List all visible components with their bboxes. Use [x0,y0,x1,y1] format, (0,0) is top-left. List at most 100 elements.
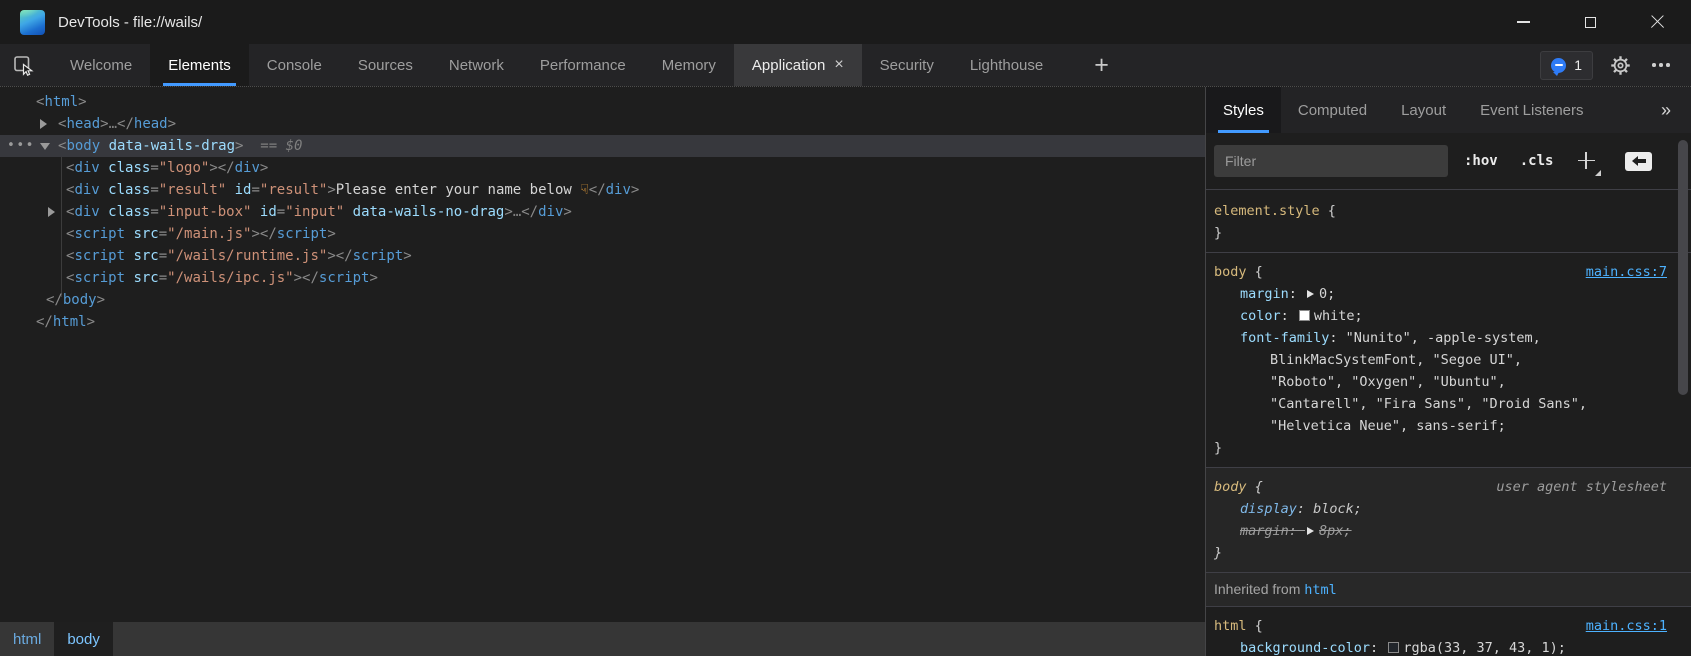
css-declaration[interactable]: BlinkMacSystemFont, "Segoe UI", [1214,349,1667,371]
tab-label: Security [880,57,934,74]
css-declaration[interactable]: display: block; [1214,498,1667,520]
css-declaration[interactable]: margin: 8px; [1214,520,1667,542]
token-pun: > [327,182,335,198]
token-dim: … [513,204,521,220]
token-tag: html [44,94,78,110]
sidebar-tab-styles[interactable]: Styles [1206,87,1281,133]
dom-tree-row[interactable]: •••<body data-wails-drag> == $0 [0,135,1205,157]
tab-console[interactable]: Console [249,44,340,86]
tab-label: Application [752,57,825,74]
expand-arrow-icon[interactable] [40,119,47,129]
sidebar-scrollbar[interactable] [1677,133,1689,656]
new-style-rule-button[interactable] [1575,150,1597,172]
css-declaration[interactable]: font-family: "Nunito", -apple-system, [1214,327,1667,349]
inspect-element-button[interactable] [0,44,46,86]
css-declaration[interactable]: "Cantarell", "Fira Sans", "Droid Sans", [1214,393,1667,415]
scrollbar-thumb[interactable] [1678,140,1688,395]
sidebar-tab-layout[interactable]: Layout [1384,87,1463,133]
style-rules-list: element.style {}body {main.css:7margin: … [1206,190,1691,656]
more-sidebar-tabs-button[interactable]: » [1661,87,1691,133]
expand-value-arrow-icon[interactable] [1307,290,1314,298]
tab-close-icon[interactable]: × [834,57,843,73]
color-swatch-dark[interactable] [1388,642,1399,653]
sidebar-tab-computed[interactable]: Computed [1281,87,1384,133]
toggle-class-button[interactable]: .cls [1520,153,1554,169]
token-pun: ></ [327,248,352,264]
color-swatch-white[interactable] [1299,310,1310,321]
css-declaration[interactable]: background-color: rgba(33, 37, 43, 1); [1214,637,1667,656]
breadcrumb-item-html[interactable]: html [0,622,54,656]
toggle-hover-state-button[interactable]: :hov [1464,153,1498,169]
toolbar-right: 1 [1540,44,1691,86]
rule-selector[interactable]: element.style { [1214,200,1667,222]
token-str: "result" [260,182,327,198]
token-pun: > [631,182,639,198]
dom-tree-row[interactable]: </html> [0,311,1205,333]
token-txt: Please enter your name below [336,182,580,198]
tab-memory[interactable]: Memory [644,44,734,86]
tab-network[interactable]: Network [431,44,522,86]
stylesheet-source-link[interactable]: main.css:1 [1586,615,1667,637]
dom-tree-row[interactable]: <script src="/wails/ipc.js"></script> [0,267,1205,289]
css-token-pun2: : [1289,286,1305,302]
tab-sources[interactable]: Sources [340,44,431,86]
token-emoji: ☟ [580,182,589,198]
dom-tree-row[interactable]: <div class="input-box" id="input" data-w… [0,201,1205,223]
dom-tree-row[interactable]: <script src="/main.js"></script> [0,223,1205,245]
sidebar-tab-event-listeners[interactable]: Event Listeners [1463,87,1600,133]
dom-tree-row[interactable]: <script src="/wails/runtime.js"></script… [0,245,1205,267]
css-token-val: "Helvetica Neue", sans-serif; [1270,418,1506,434]
close-icon [1650,15,1665,30]
titlebar: DevTools - file://wails/ [0,0,1691,44]
dom-tree-row[interactable]: <html> [0,91,1205,113]
css-token-pun2: : [1297,501,1313,517]
css-token-brace: { [1247,264,1263,280]
css-declaration[interactable]: margin: 0; [1214,283,1667,305]
tab-label: Console [267,57,322,74]
token-pun: = [150,160,158,176]
row-menu-icon[interactable]: ••• [7,135,35,157]
token-tag: div [74,182,99,198]
tab-elements[interactable]: Elements [150,44,249,86]
panel-tabs: WelcomeElements Console Sources Network Perf… [52,44,1061,86]
tab-security[interactable]: Security [862,44,952,86]
settings-button[interactable] [1606,51,1634,79]
token-dim: … [109,116,117,132]
css-declaration[interactable]: "Helvetica Neue", sans-serif; [1214,415,1667,437]
token-pun: > [403,248,411,264]
expand-arrow-icon[interactable] [48,207,55,217]
tab-lighthouse[interactable]: Lighthouse [952,44,1061,86]
css-declaration[interactable]: "Roboto", "Oxygen", "Ubuntu", [1214,371,1667,393]
close-button[interactable] [1624,0,1691,44]
inherited-from-node-link[interactable]: html [1304,582,1337,598]
feedback-badge-button[interactable]: 1 [1540,51,1593,80]
tab-welcome[interactable]: Welcome [52,44,150,86]
tab-label: Network [449,57,504,74]
css-declaration[interactable]: color: white; [1214,305,1667,327]
style-rule: html {main.css:1background-color: rgba(3… [1206,607,1691,656]
dom-tree-row[interactable]: <div class="result" id="result">Please e… [0,179,1205,201]
css-token-prop: margin [1240,286,1289,302]
tab-application[interactable]: Application × [734,44,862,86]
token-pun: ></ [294,270,319,286]
css-token-val: "Nunito", -apple-system, [1346,330,1541,346]
css-token-pun2: : [1281,308,1297,324]
more-options-button[interactable] [1647,51,1675,79]
dom-tree-row[interactable]: <head>…</head> [0,113,1205,135]
dom-tree-row[interactable]: <div class="logo"></div> [0,157,1205,179]
minimize-button[interactable] [1490,0,1557,44]
tab-performance[interactable]: Performance [522,44,644,86]
css-token-prop: font-family [1240,330,1329,346]
css-token-prop: display [1240,501,1297,517]
css-token-prop: margin [1240,523,1289,539]
more-tools-button[interactable]: + [1077,44,1126,86]
dom-tree-row[interactable]: </body> [0,289,1205,311]
token-tag: html [53,314,87,330]
expand-arrow-icon[interactable] [40,143,50,150]
toggle-sidebar-pane-icon[interactable] [1625,152,1652,171]
maximize-button[interactable] [1557,0,1624,44]
stylesheet-source-link[interactable]: main.css:7 [1586,261,1667,283]
styles-filter-input[interactable] [1214,145,1448,177]
expand-value-arrow-icon[interactable] [1307,527,1314,535]
breadcrumb-item-body[interactable]: body [54,622,113,656]
